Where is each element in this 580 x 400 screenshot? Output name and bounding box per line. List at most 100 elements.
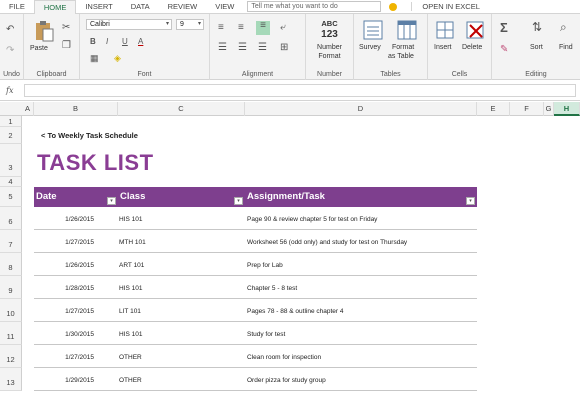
font-name-dropdown[interactable]: Calibri ▾	[86, 19, 172, 30]
tab-data[interactable]: DATA	[122, 0, 159, 14]
task-description[interactable]: Study for test	[247, 331, 285, 338]
font-size-dropdown[interactable]: 9 ▾	[176, 19, 204, 30]
task-date[interactable]: 1/29/2015	[34, 377, 94, 384]
column-header-c[interactable]: C	[118, 102, 245, 116]
task-date[interactable]: 1/27/2015	[34, 354, 94, 361]
italic-button[interactable]: I	[106, 37, 108, 47]
bold-button[interactable]: B	[90, 37, 96, 47]
column-header-f[interactable]: F	[510, 102, 544, 116]
weekly-schedule-link[interactable]: < To Weekly Task Schedule	[41, 131, 138, 140]
row-header-13[interactable]: 13	[0, 368, 22, 391]
page-title: TASK LIST	[37, 150, 154, 175]
fill-color-icon[interactable]: ◈	[114, 53, 121, 63]
task-filter-icon[interactable]: ▾	[466, 197, 475, 205]
row-header-2[interactable]: 2	[0, 127, 22, 144]
paste-icon[interactable]	[33, 20, 55, 42]
align-bottom-icon[interactable]: ≡	[256, 21, 270, 35]
task-description[interactable]: Order pizza for study group	[247, 377, 326, 384]
number-format-button[interactable]: Number	[306, 44, 353, 52]
delete-button[interactable]: Delete	[462, 44, 482, 52]
survey-button[interactable]: Survey	[359, 44, 381, 52]
font-color-button[interactable]: A	[138, 37, 143, 47]
task-class[interactable]: ART 101	[119, 262, 144, 269]
delete-icon[interactable]	[464, 19, 486, 41]
wrap-text-icon[interactable]: ⤶	[280, 23, 286, 33]
tell-me-input[interactable]: Tell me what you want to do	[247, 1, 382, 12]
merge-cells-icon[interactable]: ⊞	[280, 43, 288, 53]
column-header-e[interactable]: E	[477, 102, 510, 116]
task-class[interactable]: LIT 101	[119, 308, 141, 315]
autosum-icon[interactable]: Σ	[500, 21, 508, 34]
task-description[interactable]: Chapter 5 - 8 test	[247, 285, 297, 292]
format-as-table-button[interactable]: Format	[392, 44, 414, 52]
task-date[interactable]: 1/27/2015	[34, 239, 94, 246]
row-header-4[interactable]: 4	[0, 177, 22, 187]
date-filter-icon[interactable]: ▾	[107, 197, 116, 205]
tab-file[interactable]: FILE	[0, 0, 34, 14]
column-header-d[interactable]: D	[245, 102, 477, 116]
align-center-icon[interactable]: ☰	[238, 43, 247, 53]
column-header-h[interactable]: H	[554, 102, 580, 116]
undo-icon[interactable]: ↶	[6, 25, 14, 35]
task-date[interactable]: 1/26/2015	[34, 262, 94, 269]
find-icon[interactable]: ⌕	[560, 21, 567, 33]
column-header-a[interactable]: A	[22, 102, 34, 116]
paste-button[interactable]: Paste	[30, 45, 48, 53]
task-date[interactable]: 1/26/2015	[34, 216, 94, 223]
row-header-8[interactable]: 8	[0, 253, 22, 276]
row-header-10[interactable]: 10	[0, 299, 22, 322]
tab-insert[interactable]: INSERT	[76, 0, 121, 14]
insert-icon[interactable]	[434, 19, 456, 41]
sort-icon[interactable]: ⇅	[532, 21, 542, 33]
row-header-7[interactable]: 7	[0, 230, 22, 253]
underline-button[interactable]: U	[122, 37, 128, 47]
align-middle-icon[interactable]: ≡	[238, 23, 244, 33]
row-header-9[interactable]: 9	[0, 276, 22, 299]
task-description[interactable]: Pages 78 - 88 & outline chapter 4	[247, 308, 343, 315]
align-left-icon[interactable]: ☰	[218, 43, 227, 53]
task-description[interactable]: Clean room for inspection	[247, 354, 321, 361]
insert-button[interactable]: Insert	[434, 44, 452, 52]
row-header-12[interactable]: 12	[0, 345, 22, 368]
align-top-icon[interactable]: ≡	[218, 23, 224, 33]
tab-home[interactable]: HOME	[33, 0, 77, 14]
task-class[interactable]: OTHER	[119, 377, 142, 384]
task-date[interactable]: 1/28/2015	[34, 285, 94, 292]
lightbulb-icon	[389, 2, 398, 11]
task-description[interactable]: Prep for Lab	[247, 262, 283, 269]
formula-input[interactable]	[24, 84, 576, 97]
fx-icon: fx	[6, 86, 14, 95]
survey-icon[interactable]	[362, 19, 384, 41]
task-description[interactable]: Worksheet 56 (odd only) and study for te…	[247, 239, 407, 246]
task-date[interactable]: 1/30/2015	[34, 331, 94, 338]
row-header-1[interactable]: 1	[0, 116, 22, 127]
find-button[interactable]: Find	[559, 44, 573, 52]
column-header-g[interactable]: G	[544, 102, 554, 116]
copy-icon[interactable]: ❐	[62, 41, 71, 51]
table-row: 1/28/2015 HIS 101 Chapter 5 - 8 test	[34, 276, 477, 299]
sort-button[interactable]: Sort	[530, 44, 543, 52]
redo-icon[interactable]: ↷	[6, 46, 14, 56]
clear-icon[interactable]: ✎	[500, 45, 508, 55]
task-class[interactable]: HIS 101	[119, 285, 143, 292]
borders-icon[interactable]: ▦	[90, 53, 99, 63]
task-class[interactable]: MTH 101	[119, 239, 146, 246]
task-description[interactable]: Page 90 & review chapter 5 for test on F…	[247, 216, 377, 223]
row-header-3[interactable]: 3	[0, 144, 22, 177]
task-class[interactable]: HIS 101	[119, 331, 143, 338]
tables-group-label: Tables	[380, 71, 401, 78]
row-header-6[interactable]: 6	[0, 207, 22, 230]
column-header-b[interactable]: B	[34, 102, 118, 116]
align-right-icon[interactable]: ☰	[258, 43, 267, 53]
task-class[interactable]: HIS 101	[119, 216, 143, 223]
tab-view[interactable]: VIEW	[206, 0, 243, 14]
class-filter-icon[interactable]: ▾	[234, 197, 243, 205]
cut-icon[interactable]: ✂	[62, 23, 70, 33]
open-in-excel-button[interactable]: OPEN IN EXCEL	[411, 2, 480, 11]
task-date[interactable]: 1/27/2015	[34, 308, 94, 315]
task-class[interactable]: OTHER	[119, 354, 142, 361]
tab-review[interactable]: REVIEW	[159, 0, 207, 14]
format-as-table-icon[interactable]	[396, 19, 418, 41]
row-header-5[interactable]: 5	[0, 187, 22, 207]
row-header-11[interactable]: 11	[0, 322, 22, 345]
